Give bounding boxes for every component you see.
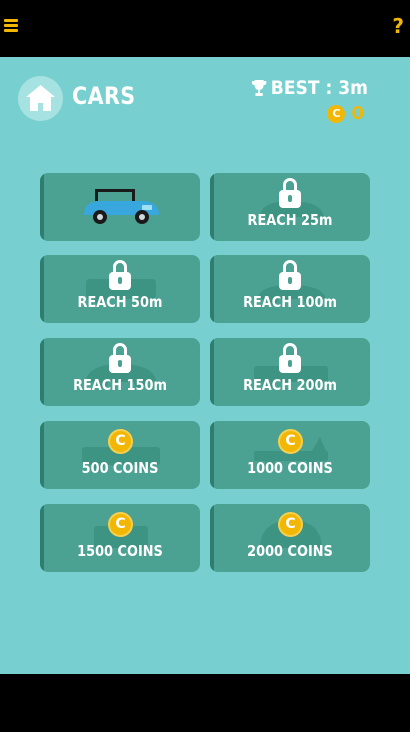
coin-balance: 0 — [327, 103, 364, 124]
car-card-label: REACH 200m — [243, 376, 337, 394]
car-card-8[interactable]: 1500 COINS — [40, 504, 200, 572]
lock-icon — [109, 260, 131, 290]
trophy-icon — [251, 80, 267, 96]
best-distance: BEST : 3m — [251, 77, 368, 99]
car-card-label: 1000 COINS — [247, 459, 333, 477]
bottom-bar — [0, 674, 410, 732]
coin-icon — [278, 512, 303, 537]
lock-icon — [279, 343, 301, 373]
lock-icon — [279, 260, 301, 290]
lock-icon — [279, 178, 301, 208]
best-distance-label: BEST : 3m — [270, 77, 368, 99]
coin-count: 0 — [351, 103, 364, 124]
coin-icon — [108, 512, 133, 537]
top-bar: ? — [0, 0, 410, 57]
car-card-1[interactable]: REACH 25m — [210, 173, 370, 241]
car-card-label: REACH 150m — [73, 376, 167, 394]
car-card-7[interactable]: 1000 COINS — [210, 421, 370, 489]
car-card-label: REACH 50m — [77, 293, 163, 311]
car-card-5[interactable]: REACH 200m — [210, 338, 370, 406]
car-card-0[interactable] — [40, 173, 200, 241]
coin-icon — [327, 104, 346, 123]
page-title: CARS — [72, 82, 136, 110]
car-card-label: 1500 COINS — [77, 542, 163, 560]
coin-icon — [108, 429, 133, 454]
blue-convertible-car-icon — [84, 189, 159, 224]
lock-icon — [109, 343, 131, 373]
car-card-label: 2000 COINS — [247, 542, 333, 560]
help-icon[interactable]: ? — [392, 14, 404, 38]
coin-icon — [278, 429, 303, 454]
car-card-label: REACH 25m — [247, 211, 333, 229]
car-card-6[interactable]: 500 COINS — [40, 421, 200, 489]
car-card-2[interactable]: REACH 50m — [40, 255, 200, 323]
car-card-label: REACH 100m — [243, 293, 337, 311]
hamburger-menu-icon[interactable] — [4, 19, 18, 33]
car-card-label: 500 COINS — [81, 459, 159, 477]
car-card-4[interactable]: REACH 150m — [40, 338, 200, 406]
car-card-9[interactable]: 2000 COINS — [210, 504, 370, 572]
car-card-3[interactable]: REACH 100m — [210, 255, 370, 323]
home-icon — [26, 85, 55, 111]
garage-screen: CARS BEST : 3m 0 — [0, 57, 410, 674]
home-button[interactable] — [18, 76, 63, 121]
